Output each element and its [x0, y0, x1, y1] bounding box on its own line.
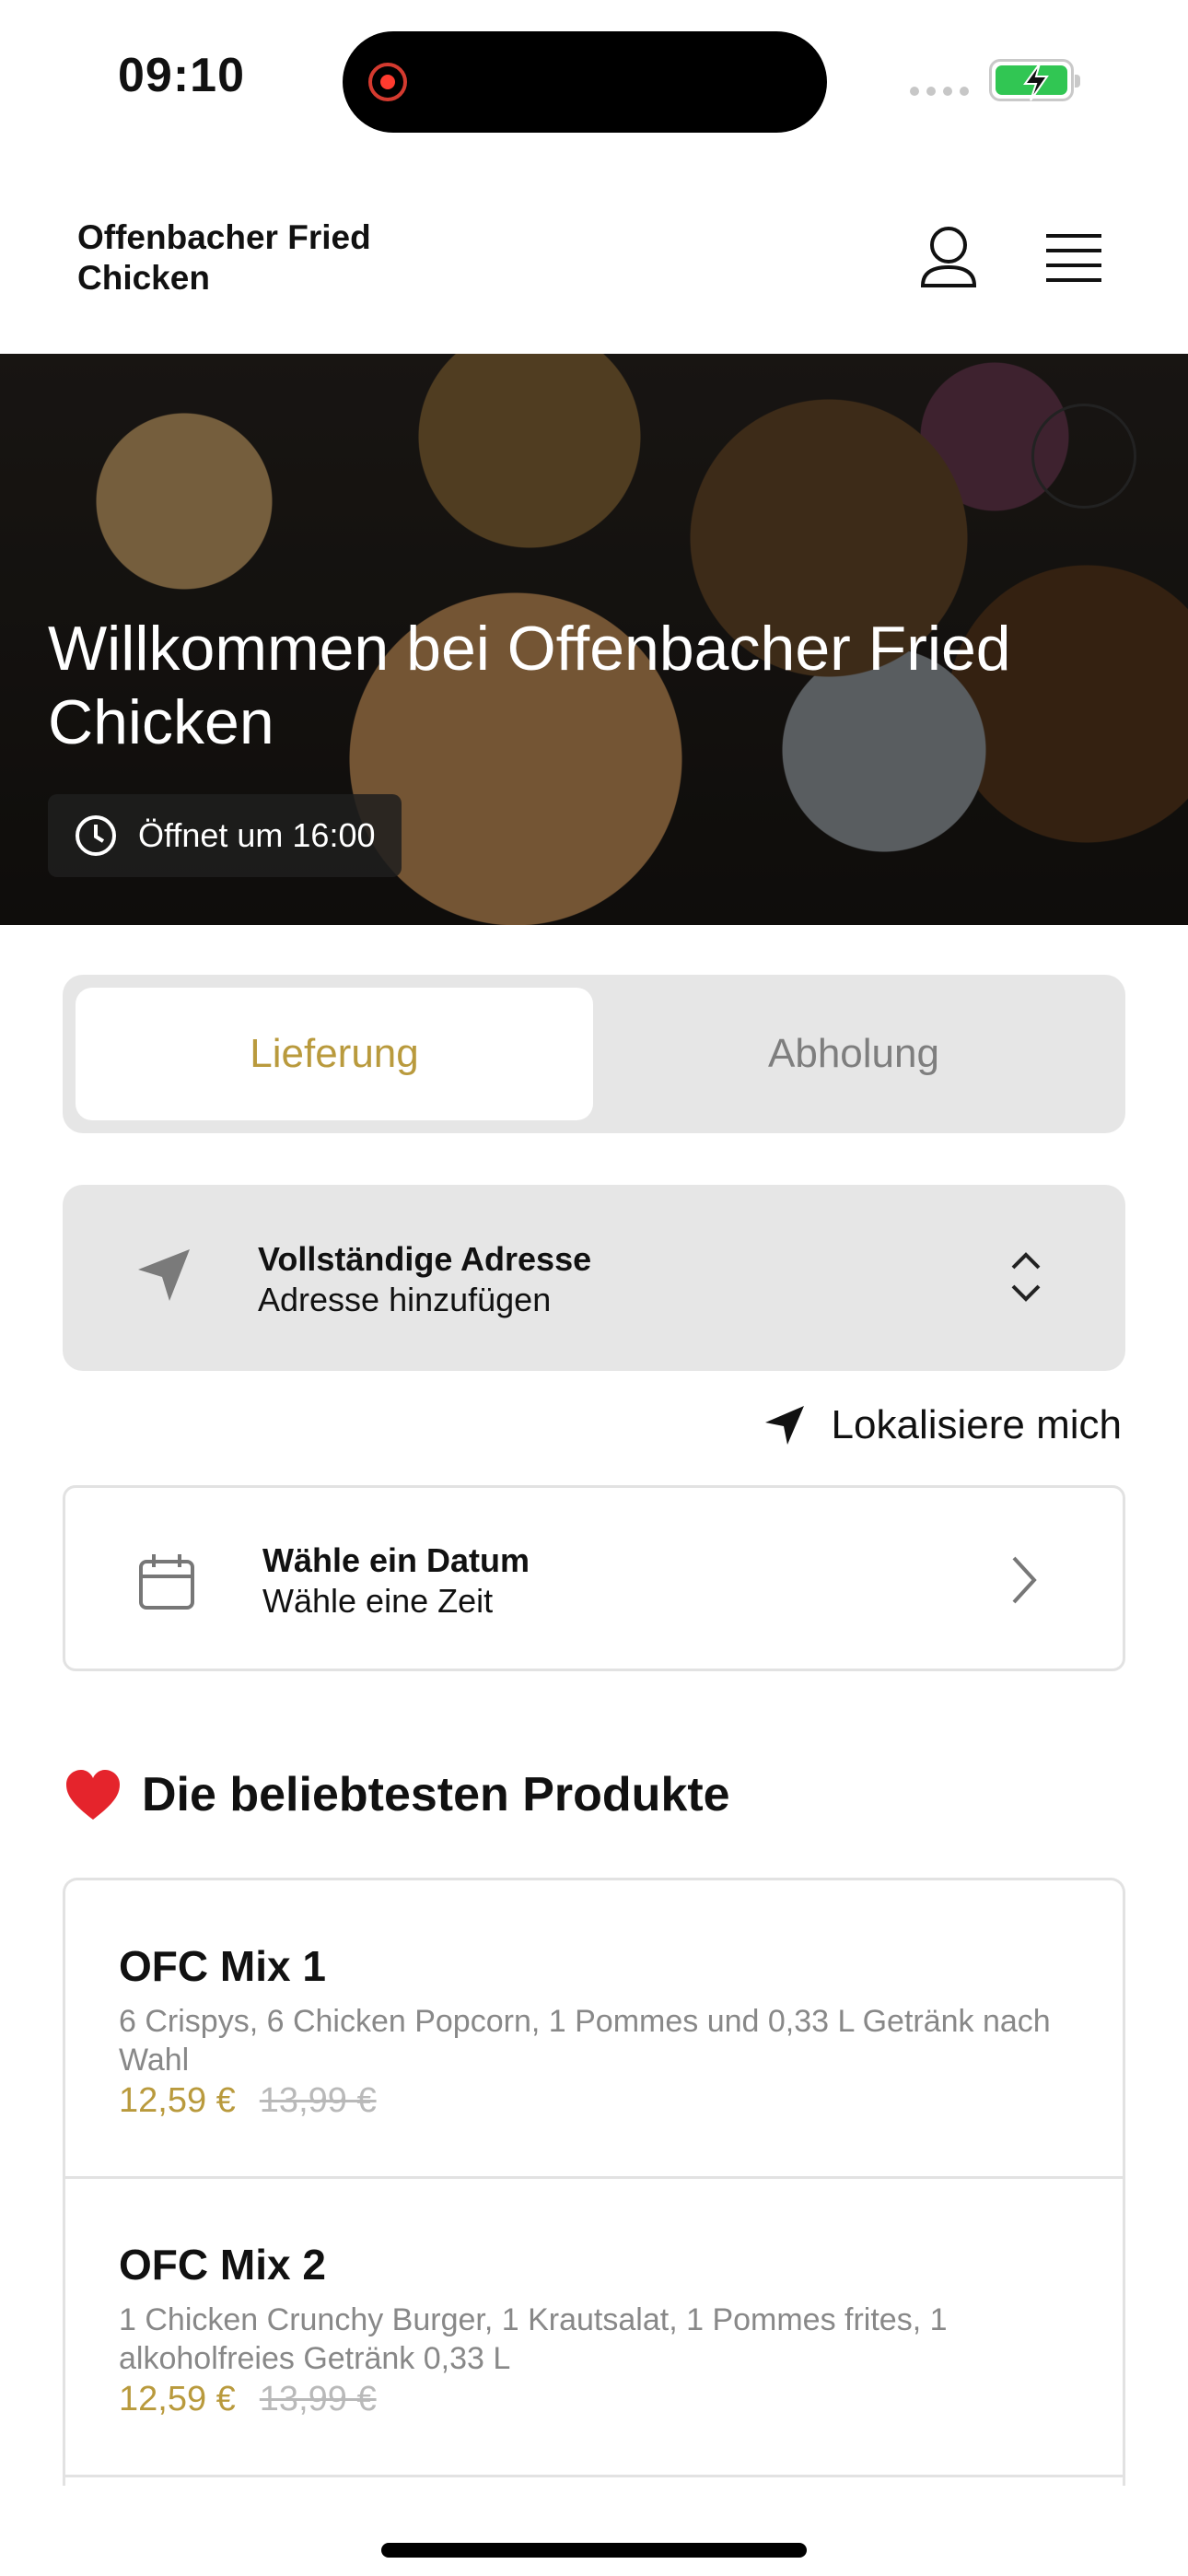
dynamic-island — [343, 31, 827, 133]
recording-icon — [368, 63, 407, 101]
navigation-icon — [138, 1249, 190, 1301]
date-title: Wähle ein Datum — [262, 1541, 530, 1579]
opening-badge: Öffnet um 16:00 — [48, 794, 402, 877]
fulfillment-tabs: Lieferung Abholung — [63, 975, 1125, 1133]
product-item[interactable]: OFC Mix 2 1 Chicken Crunchy Burger, 1 Kr… — [65, 2179, 1123, 2477]
product-prices: 12,59 € 13,99 € — [119, 2081, 1069, 2121]
product-item[interactable]: OFC Mix 1 6 Crispys, 6 Chicken Popcorn, … — [65, 1880, 1123, 2179]
user-icon[interactable] — [915, 225, 982, 296]
address-selector[interactable]: Vollständige Adresse Adresse hinzufügen — [63, 1185, 1125, 1371]
signal-icon — [910, 87, 969, 96]
product-prices: 12,59 € 13,99 € — [119, 2380, 1069, 2419]
product-description: 6 Crispys, 6 Chicken Popcorn, 1 Pommes u… — [119, 2004, 1051, 2078]
address-title: Vollständige Adresse — [258, 1240, 592, 1278]
popular-heading: Die beliebtesten Produkte — [64, 1767, 730, 1822]
product-price: 12,59 € — [119, 2081, 236, 2120]
address-subtitle: Adresse hinzufügen — [258, 1281, 552, 1318]
date-subtitle: Wähle eine Zeit — [262, 1582, 494, 1620]
chevron-updown-icon — [1011, 1252, 1041, 1302]
menu-icon[interactable] — [1044, 232, 1103, 288]
status-time: 09:10 — [118, 49, 245, 102]
locate-me-label: Lokalisiere mich — [831, 1402, 1122, 1447]
popular-heading-text: Die beliebtesten Produkte — [142, 1768, 730, 1821]
product-old-price: 13,99 € — [259, 2081, 377, 2120]
hero-title: Willkommen bei Offenbacher Fried Chicken — [48, 614, 1011, 757]
product-description: 1 Chicken Crunchy Burger, 1 Krautsalat, … — [119, 2302, 948, 2376]
product-name: OFC Mix 2 — [119, 2241, 326, 2289]
hero-banner: Willkommen bei Offenbacher Fried Chicken… — [0, 354, 1188, 925]
tab-pickup[interactable]: Abholung — [595, 988, 1112, 1120]
chevron-right-icon — [1012, 1556, 1037, 1604]
product-name: OFC Mix 1 — [119, 1942, 326, 1990]
tab-delivery[interactable]: Lieferung — [76, 988, 593, 1120]
home-indicator[interactable] — [381, 2543, 807, 2558]
opening-text: Öffnet um 16:00 — [138, 816, 376, 854]
product-list: OFC Mix 1 6 Crispys, 6 Chicken Popcorn, … — [63, 1878, 1125, 2486]
heart-icon — [66, 1770, 120, 1820]
locate-me-button[interactable]: Lokalisiere mich — [763, 1402, 1122, 1448]
clock-icon — [76, 815, 116, 856]
brand-title[interactable]: Offenbacher Fried Chicken — [77, 217, 427, 299]
calendar-icon — [139, 1554, 194, 1610]
battery-icon — [989, 59, 1080, 101]
date-selector[interactable]: Wähle ein Datum Wähle eine Zeit — [63, 1485, 1125, 1671]
product-old-price: 13,99 € — [259, 2380, 377, 2418]
location-arrow-icon — [764, 1406, 804, 1445]
product-price: 12,59 € — [119, 2380, 236, 2418]
